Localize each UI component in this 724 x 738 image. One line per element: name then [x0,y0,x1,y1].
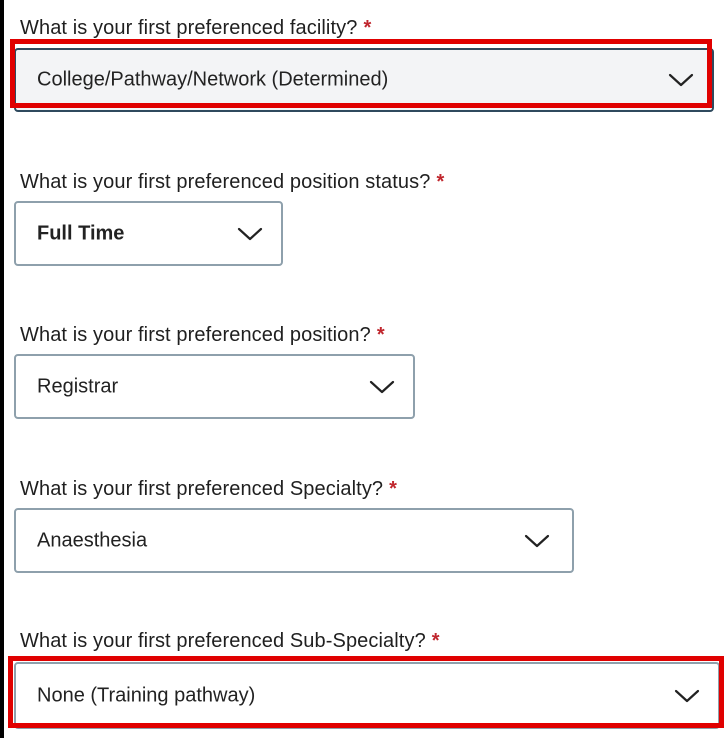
facility-question-text: What is your first preferenced facility? [20,17,358,39]
required-asterisk: * [431,630,440,652]
required-asterisk: * [363,17,372,39]
chevron-down-icon [668,73,694,87]
position-select-value: Registrar [37,375,119,397]
position-status-select-value: Full Time [37,222,125,244]
chevron-down-icon [524,534,550,547]
facility-select-value: College/Pathway/Network (Determined) [37,68,389,91]
facility-select[interactable]: College/Pathway/Network (Determined) [14,48,714,112]
specialty-question-text: What is your first preferenced Specialty… [20,478,384,500]
sub-specialty-select-value: None (Training pathway) [37,684,256,706]
position-status-question-text: What is your first preferenced position … [20,171,431,193]
position-question-label: What is your first preferenced position?… [20,323,385,347]
specialty-select[interactable]: Anaesthesia [14,508,574,573]
facility-question-label: What is your first preferenced facility?… [20,16,371,40]
chevron-down-icon [674,689,700,702]
position-status-select[interactable]: Full Time [14,201,283,266]
specialty-select-value: Anaesthesia [37,529,148,551]
required-asterisk: * [389,478,398,500]
required-asterisk: * [436,171,445,193]
preferences-form: What is your first preferenced facility?… [0,0,724,738]
required-asterisk: * [376,324,385,346]
position-select[interactable]: Registrar [14,354,415,419]
chevron-down-icon [237,227,263,240]
sub-specialty-question-label: What is your first preferenced Sub-Speci… [20,629,440,653]
sub-specialty-question-text: What is your first preferenced Sub-Speci… [20,630,426,652]
specialty-question-label: What is your first preferenced Specialty… [20,477,397,501]
sub-specialty-select[interactable]: None (Training pathway) [14,662,720,729]
position-question-text: What is your first preferenced position? [20,324,371,346]
chevron-down-icon [369,380,395,393]
position-status-question-label: What is your first preferenced position … [20,170,444,194]
